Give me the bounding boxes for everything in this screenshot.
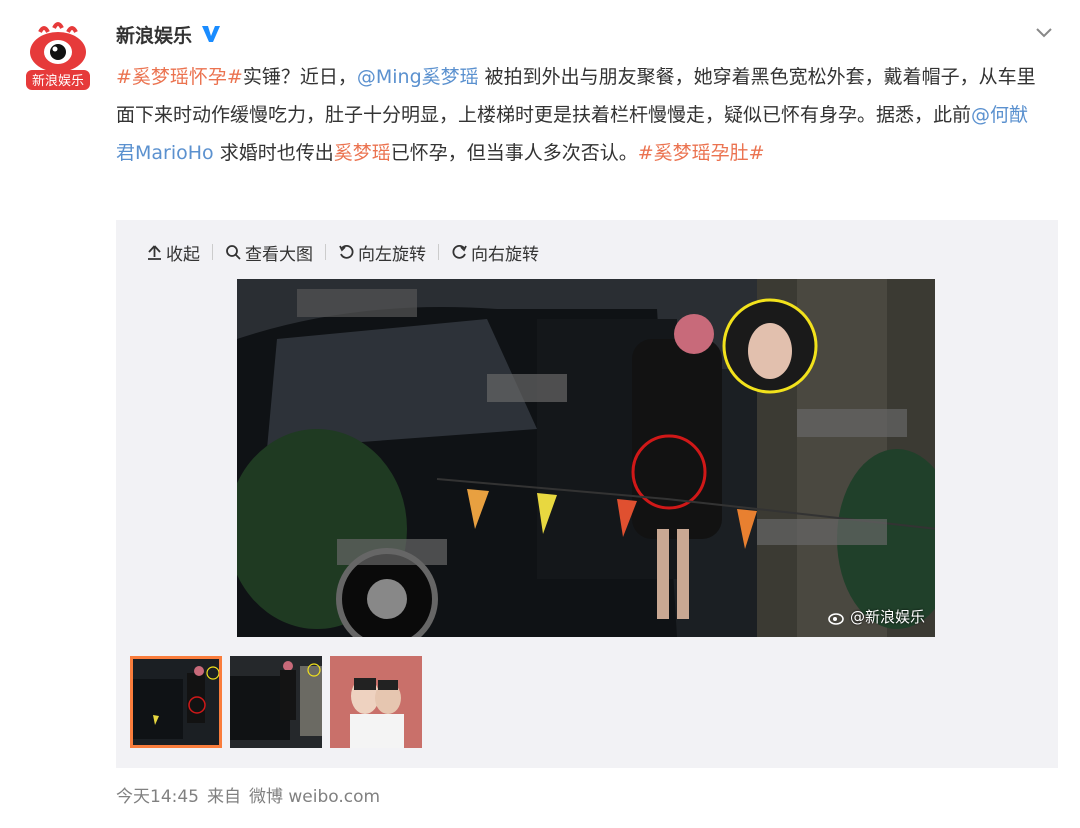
hashtag-link[interactable]: #奚梦瑶孕肚# [638,142,765,164]
svg-text:新浪娱乐: 新浪娱乐 [32,73,84,89]
post-text: #奚梦瑶怀孕#实锤？近日，@Ming奚梦瑶 被拍到外出与朋友聚餐，她穿着黑色宽松… [116,58,1046,172]
hashtag-link[interactable]: #奚梦瑶怀孕# [116,66,243,88]
chevron-down-icon[interactable] [1032,20,1056,44]
view-large-label: 查看大图 [245,244,313,265]
source-prefix: 来自 [207,787,241,807]
thumbnail-3[interactable] [330,656,422,748]
mention-link[interactable]: @Ming奚梦瑶 [357,66,479,88]
post-text-segment: 实锤？近日， [242,66,357,88]
collapse-button[interactable]: 收起 [146,240,200,265]
source-link[interactable]: 微博 weibo.com [249,782,380,807]
watermark: @新浪娱乐 [828,606,925,627]
post-time[interactable]: 今天14:45 [116,782,199,807]
post-text-segment: 求婚时也传出 [213,142,334,164]
search-icon [226,244,241,260]
weibo-icon [828,612,844,625]
author-name[interactable]: 新浪娱乐 [116,21,192,48]
post-meta: 今天14:45 来自 微博 weibo.com [116,782,380,807]
avatar[interactable]: 新浪娱乐 [20,18,96,94]
rotate-right-button[interactable]: 向右旋转 [451,240,539,265]
name-highlight[interactable]: 奚梦瑶 [334,142,391,164]
rotate-left-button[interactable]: 向左旋转 [338,240,426,265]
media-panel: 收起 查看大图 向左旋转 向右旋转 @新浪娱乐 [116,220,1058,768]
toolbar-divider [438,244,439,260]
toolbar-divider [325,244,326,260]
collapse-icon [148,244,161,260]
post-author[interactable]: 新浪娱乐 [116,20,222,48]
thumbnail-strip [130,656,422,748]
main-photo[interactable]: @新浪娱乐 [237,279,935,637]
verified-icon [200,23,222,45]
thumbnail-1[interactable] [130,656,222,748]
rotate-right-icon [452,244,467,259]
post-text-segment: 已怀孕，但当事人多次否认。 [390,142,638,164]
toolbar-divider [212,244,213,260]
collapse-label: 收起 [166,244,200,265]
view-large-button[interactable]: 查看大图 [225,240,313,265]
rotate-left-label: 向左旋转 [358,244,426,265]
image-toolbar: 收起 查看大图 向左旋转 向右旋转 [146,238,539,266]
rotate-left-icon [339,244,354,259]
watermark-text: @新浪娱乐 [849,608,925,626]
rotate-right-label: 向右旋转 [471,244,539,265]
thumbnail-2[interactable] [230,656,322,748]
